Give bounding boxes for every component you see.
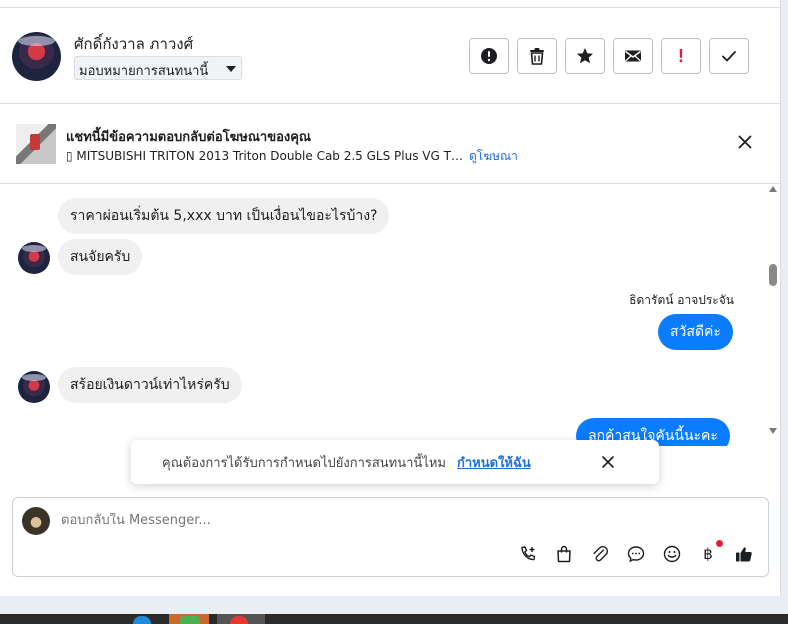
scroll-down-arrow[interactable]	[769, 428, 777, 434]
star-icon	[577, 48, 593, 64]
sender-name: ธิดารัตน์ อาจประจัน	[629, 293, 734, 307]
emoji-button[interactable]	[663, 545, 681, 563]
call-icon	[521, 546, 536, 561]
thumbs-up-icon	[736, 547, 752, 562]
scrollbar-thumb[interactable]	[769, 264, 777, 286]
toast-text: คุณต้องการได้รับการกำหนดไปยังการสนทนานี้…	[162, 456, 446, 471]
header-actions: !	[469, 38, 749, 74]
assign-to-me-link[interactable]: กำหนดให้ฉัน	[457, 452, 531, 473]
follow-up-button[interactable]: !	[661, 38, 701, 74]
ad-description: ▯ MITSUBISHI TRITON 2013 Triton Double C…	[66, 147, 518, 166]
check-icon	[722, 51, 736, 62]
ad-reply-banner: แชทนี้มีข้อความตอบกลับต่อโฆษณาของคุณ ▯ M…	[0, 104, 781, 184]
ad-thumbnail[interactable]	[16, 124, 56, 164]
notification-dot	[716, 540, 723, 547]
assign-label: มอบหมายการสนทนานี้	[79, 64, 209, 79]
view-ad-link[interactable]: ดูโฆษณา	[469, 149, 518, 163]
page-avatar	[22, 507, 50, 535]
conversation-panel: ศักดิ์กังวาล ภาวงศ์ มอบหมายการสนทนานี้ !	[0, 0, 781, 596]
app-icon[interactable]	[230, 616, 248, 624]
attach-button[interactable]	[591, 545, 609, 563]
shopping-bag-icon	[557, 545, 571, 563]
chat-bubble-icon	[627, 546, 645, 563]
saved-replies-button[interactable]	[627, 545, 645, 563]
ad-text: ▯ MITSUBISHI TRITON 2013 Triton Double C…	[66, 149, 463, 163]
message-bubble-incoming[interactable]: สนจัยครับ	[58, 239, 143, 275]
contact-avatar[interactable]	[12, 32, 61, 81]
trash-icon	[530, 48, 544, 65]
envelope-icon	[625, 50, 641, 62]
browser-icon[interactable]	[133, 616, 151, 624]
mark-done-button[interactable]	[709, 38, 749, 74]
payment-button[interactable]: ฿	[699, 540, 723, 563]
reply-composer: ฿	[12, 497, 769, 577]
delete-button[interactable]	[517, 38, 557, 74]
smiley-icon	[663, 545, 681, 563]
app-icon[interactable]	[180, 616, 200, 624]
contact-avatar-small	[18, 371, 50, 403]
like-button[interactable]	[735, 545, 753, 563]
mark-unread-button[interactable]	[613, 38, 653, 74]
shop-button[interactable]	[555, 545, 573, 563]
contact-name[interactable]: ศักดิ์กังวาล ภาวงศ์	[74, 32, 193, 56]
assign-conversation-dropdown[interactable]: มอบหมายการสนทนานี้	[74, 56, 242, 80]
reply-input[interactable]	[61, 513, 661, 528]
alert-circle-icon	[481, 48, 497, 64]
conversation-header: ศักดิ์กังวาล ภาวงศ์ มอบหมายการสนทนานี้ !	[0, 8, 781, 104]
close-icon[interactable]	[736, 133, 754, 151]
assign-toast: คุณต้องการได้รับการกำหนดไปยังการสนทนานี้…	[131, 440, 659, 484]
paperclip-icon	[593, 545, 609, 562]
baht-icon: ฿	[703, 545, 713, 563]
composer-tools: ฿	[519, 540, 753, 563]
message-bubble-incoming[interactable]: ราคาผ่อนเริ่มต้น 5,xxx บาท เป็นเงื่อนไขอ…	[58, 198, 390, 234]
caret-down-icon	[226, 66, 236, 72]
mark-spam-button[interactable]	[469, 38, 509, 74]
star-button[interactable]	[565, 38, 605, 74]
call-button[interactable]	[519, 545, 537, 563]
contact-avatar-small	[18, 242, 50, 274]
exclamation-icon: !	[678, 45, 684, 66]
ad-banner-title: แชทนี้มีข้อความตอบกลับต่อโฆษณาของคุณ	[66, 130, 311, 145]
os-taskbar	[0, 614, 788, 624]
close-icon[interactable]	[600, 454, 616, 470]
message-bubble-outgoing[interactable]: สวัสดีค่ะ	[658, 314, 733, 350]
scroll-up-arrow[interactable]	[769, 186, 777, 192]
message-bubble-incoming[interactable]: สร้อยเงินดาวน์เท่าไหร่ครับ	[58, 367, 242, 403]
message-thread[interactable]: ราคาผ่อนเริ่มต้น 5,xxx บาท เป็นเงื่อนไขอ…	[0, 184, 767, 446]
